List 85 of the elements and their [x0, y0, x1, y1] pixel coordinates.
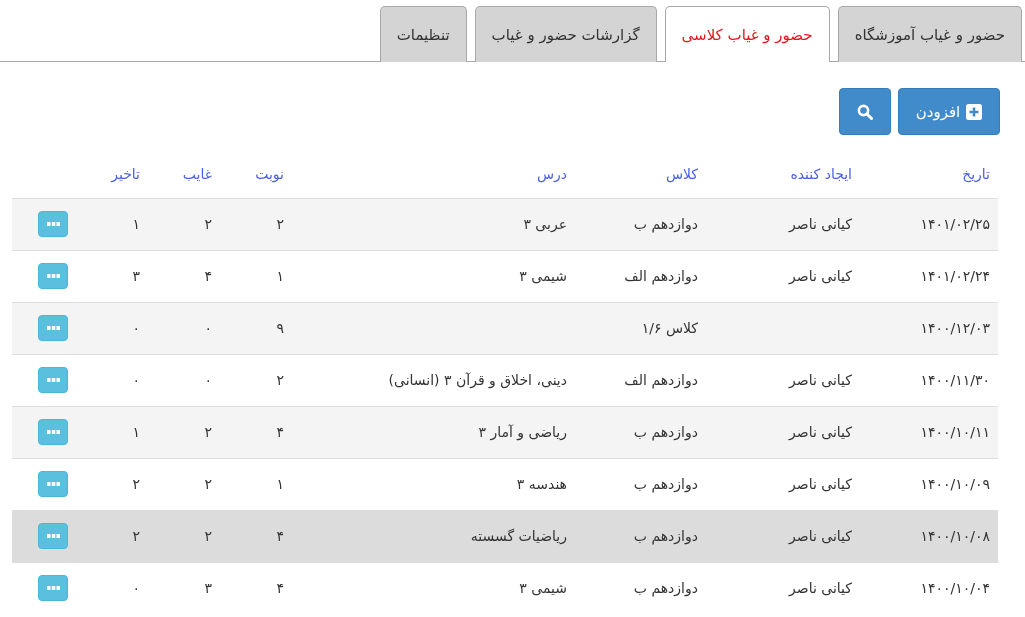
table-cell: ۳ [132, 268, 140, 284]
column-header: تاریخ [962, 165, 990, 182]
table-cell: ۱۴۰۰/۱۱/۳۰ [920, 372, 990, 388]
table-cell: ۹ [276, 320, 284, 336]
ellipsis-icon [46, 534, 60, 538]
more-button[interactable] [38, 367, 68, 393]
table-cell: ۲ [276, 216, 284, 232]
column-header: غایب [182, 165, 212, 182]
table-cell: کیانی ناصر [789, 580, 852, 597]
table-cell: دینی، اخلاق و قرآن ۳ (انسانی) [388, 372, 567, 388]
table-cell: ۲ [204, 216, 212, 232]
more-button[interactable] [38, 523, 68, 549]
table-cell: ریاضی و آمار ۳ [478, 424, 567, 440]
tab[interactable]: گزارشات حضور و غیاب [474, 6, 657, 62]
ellipsis-icon [46, 586, 60, 591]
table-cell: ۲ [204, 528, 212, 544]
table-cell: ۴ [276, 424, 284, 440]
table-cell: عربی ۳ [523, 216, 567, 232]
ellipsis-icon [46, 430, 60, 434]
table-cell: کیانی ناصر [789, 528, 852, 544]
table-cell: ۱۴۰۰/۱۰/۰۹ [920, 476, 990, 492]
more-button[interactable] [38, 575, 68, 602]
table-cell: ۱ [276, 268, 284, 284]
more-button[interactable] [38, 263, 68, 289]
table-cell: کلاس ۱/۶ [641, 320, 698, 336]
table-cell: دوازدهم ب [633, 580, 698, 597]
more-button[interactable] [38, 471, 68, 497]
table-cell: ۲ [204, 476, 212, 492]
table-cell: کیانی ناصر [789, 424, 852, 440]
table-cell: ۲ [132, 528, 140, 544]
table-cell: ۰ [204, 372, 212, 388]
table-cell: ۴ [276, 528, 284, 544]
table-cell: ۱ [132, 424, 140, 440]
search-icon [857, 103, 873, 120]
plus-square-icon [966, 103, 983, 120]
table-cell: کیانی ناصر [789, 476, 852, 492]
table-cell: دوازدهم ب [633, 424, 698, 440]
more-button[interactable] [38, 211, 68, 237]
ellipsis-icon [46, 274, 60, 278]
table-cell: ۱۴۰۰/۱۰/۰۴ [920, 580, 990, 597]
table-cell: دوازدهم ب [633, 528, 698, 544]
table-cell: ۲ [276, 372, 284, 388]
table-cell: کیانی ناصر [789, 216, 852, 232]
table-cell: ۱۴۰۱/۰۲/۲۴ [920, 268, 990, 284]
table-cell: شیمی ۳ [519, 580, 567, 597]
table-cell: ۳ [204, 580, 212, 597]
column-header: نوبت [255, 165, 284, 182]
table-cell: ۱۴۰۰/۱۲/۰۳ [920, 320, 990, 336]
table-cell: ۰ [132, 320, 140, 336]
table-cell: ۰ [132, 372, 140, 388]
table-cell: شیمی ۳ [519, 268, 567, 284]
table-cell: ۰ [132, 580, 140, 597]
column-header: درس [536, 165, 567, 182]
column-header: تاخیر [111, 165, 140, 182]
table-cell: دوازدهم الف [624, 268, 698, 284]
tab[interactable]: حضور و غیاب آموزشگاه [837, 6, 1022, 62]
add-button[interactable]: افزودن [898, 88, 1000, 135]
table-cell: کیانی ناصر [789, 372, 852, 388]
table-cell: ۲ [132, 476, 140, 492]
more-button[interactable] [38, 315, 68, 341]
table-cell: دوازدهم ب [633, 476, 698, 492]
table-cell: ریاضیات گسسته [470, 528, 567, 544]
table-cell: ۲ [204, 424, 212, 440]
table-cell: ۱ [132, 216, 140, 232]
table-cell: کیانی ناصر [789, 268, 852, 284]
ellipsis-icon [46, 482, 60, 486]
more-button[interactable] [38, 419, 68, 445]
table-cell: ۱۴۰۱/۰۲/۲۵ [920, 216, 990, 232]
table-cell: هندسه ۳ [516, 476, 567, 492]
table-cell: ۴ [276, 580, 284, 597]
table-cell: ۱ [276, 476, 284, 492]
search-button[interactable] [839, 88, 891, 135]
ellipsis-icon [46, 222, 60, 226]
ellipsis-icon [46, 326, 60, 330]
table-cell: ۴ [204, 268, 212, 284]
table-cell: دوازدهم ب [633, 216, 698, 232]
table-cell: دوازدهم الف [624, 372, 698, 388]
table-cell: ۰ [204, 320, 212, 336]
column-header: ایجاد کننده [790, 165, 852, 182]
tab[interactable]: حضور و غیاب کلاسی [664, 6, 830, 62]
table-cell: ۱۴۰۰/۱۰/۱۱ [920, 424, 990, 440]
ellipsis-icon [46, 378, 60, 382]
tab[interactable]: تنظیمات [379, 6, 467, 62]
table-cell: ۱۴۰۰/۱۰/۰۸ [920, 528, 990, 544]
column-header: کلاس [665, 165, 698, 182]
